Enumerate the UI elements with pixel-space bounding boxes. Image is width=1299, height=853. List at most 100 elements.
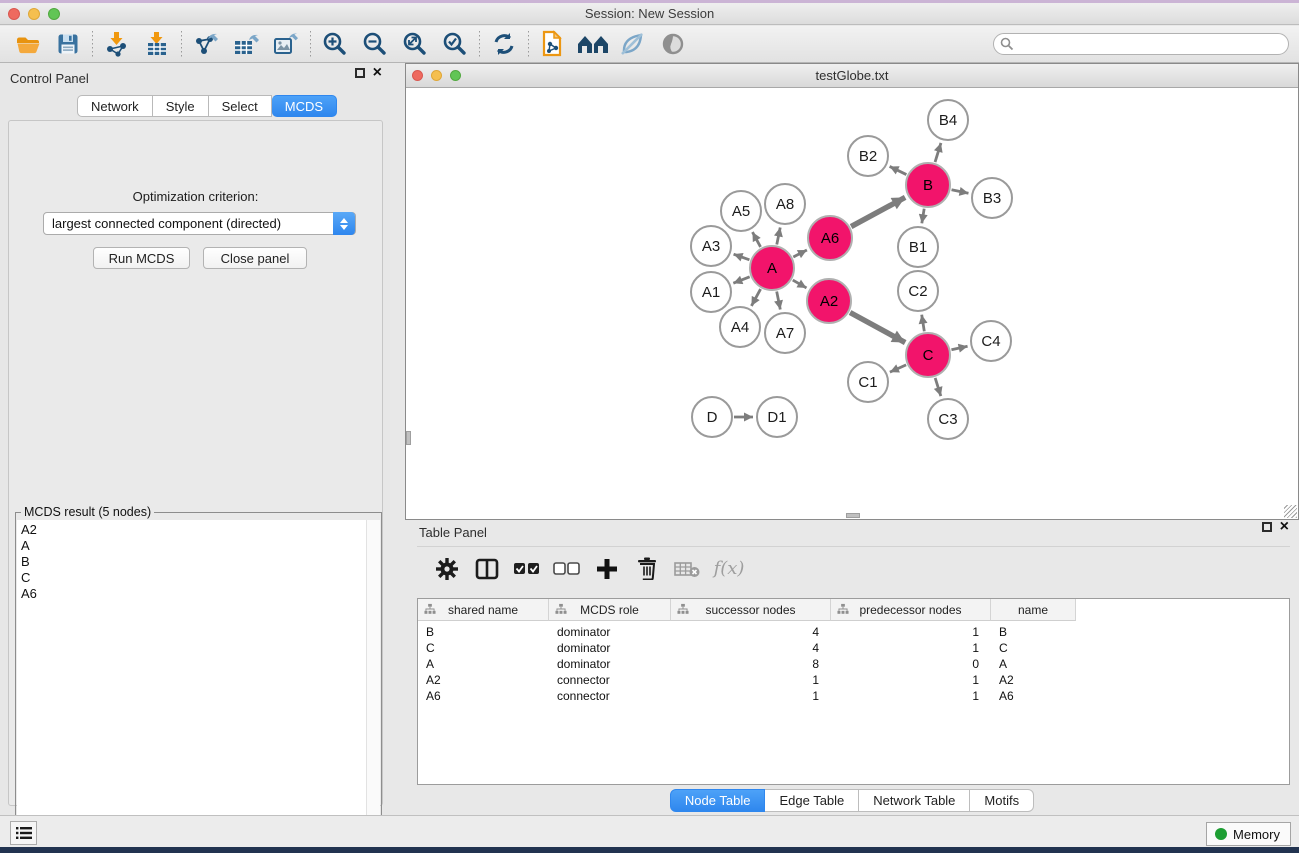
graph-node-a4[interactable]: A4 bbox=[719, 306, 761, 348]
zoom-out-icon[interactable] bbox=[355, 27, 395, 61]
column-header-successor-nodes[interactable]: successor nodes bbox=[671, 599, 831, 621]
graph-node-b3[interactable]: B3 bbox=[971, 177, 1013, 219]
export-network-icon[interactable] bbox=[186, 27, 226, 61]
graph-node-d1[interactable]: D1 bbox=[756, 396, 798, 438]
graph-node-a2[interactable]: A2 bbox=[806, 278, 852, 324]
graph-edge-A6-B[interactable] bbox=[851, 197, 905, 226]
first-neighbors-icon[interactable] bbox=[573, 27, 613, 61]
mcds-result-item[interactable]: A2 bbox=[21, 522, 366, 538]
graph-node-c3[interactable]: C3 bbox=[927, 398, 969, 440]
network-zoom-button[interactable] bbox=[450, 70, 461, 81]
graph-edge-C-C1[interactable] bbox=[890, 365, 906, 372]
network-horizontal-scrollbar[interactable] bbox=[846, 513, 860, 518]
tab-mcds[interactable]: MCDS bbox=[272, 95, 337, 117]
table-row-a2[interactable]: A2connector11A2 bbox=[418, 672, 1289, 688]
create-column-plus-icon[interactable] bbox=[589, 552, 625, 586]
search-input[interactable] bbox=[993, 33, 1289, 55]
graph-node-c1[interactable]: C1 bbox=[847, 361, 889, 403]
network-minimize-button[interactable] bbox=[431, 70, 442, 81]
delete-table-icon[interactable] bbox=[669, 552, 705, 586]
tab-network-table[interactable]: Network Table bbox=[859, 789, 970, 812]
network-window-titlebar[interactable]: testGlobe.txt bbox=[406, 64, 1298, 88]
graph-edge-C-C4[interactable] bbox=[951, 346, 967, 350]
graph-edge-B-B1[interactable] bbox=[922, 209, 924, 224]
tab-edge-table[interactable]: Edge Table bbox=[765, 789, 859, 812]
network-canvas[interactable]: AA1A2A3A4A5A6A7A8BB1B2B3B4CC1C2C3C4DD1 bbox=[406, 88, 1298, 519]
mcds-result-list[interactable]: A2ABCA6 bbox=[17, 520, 366, 853]
graph-edge-A-A7[interactable] bbox=[777, 292, 781, 310]
close-window-button[interactable] bbox=[8, 8, 20, 20]
graph-node-a[interactable]: A bbox=[749, 245, 795, 291]
criterion-dropdown[interactable]: largest connected component (directed) bbox=[43, 212, 356, 235]
column-header-mcds-role[interactable]: MCDS role bbox=[549, 599, 671, 621]
column-header-predecessor-nodes[interactable]: predecessor nodes bbox=[831, 599, 991, 621]
tab-network[interactable]: Network bbox=[77, 95, 153, 117]
graph-node-a6[interactable]: A6 bbox=[807, 215, 853, 261]
mcds-result-item[interactable]: A6 bbox=[21, 586, 366, 602]
mcds-result-item[interactable]: B bbox=[21, 554, 366, 570]
mcds-result-item[interactable]: C bbox=[21, 570, 366, 586]
mcds-list-scrollbar[interactable] bbox=[366, 520, 380, 853]
function-builder-icon[interactable]: f(x) bbox=[709, 552, 745, 586]
tab-motifs[interactable]: Motifs bbox=[970, 789, 1034, 812]
graph-node-c4[interactable]: C4 bbox=[970, 320, 1012, 362]
column-header-shared-name[interactable]: shared name bbox=[418, 599, 549, 621]
graph-edge-A-A5[interactable] bbox=[752, 232, 760, 247]
new-network-icon[interactable] bbox=[533, 27, 573, 61]
graph-node-a3[interactable]: A3 bbox=[690, 225, 732, 267]
graph-node-b2[interactable]: B2 bbox=[847, 135, 889, 177]
task-history-button[interactable] bbox=[10, 821, 37, 845]
tab-select[interactable]: Select bbox=[209, 95, 272, 117]
window-resize-grip[interactable] bbox=[1284, 505, 1297, 518]
network-close-button[interactable] bbox=[412, 70, 423, 81]
table-row-a[interactable]: Adominator80A bbox=[418, 656, 1289, 672]
birds-eye-view-icon[interactable] bbox=[653, 27, 693, 61]
graph-edge-A-A6[interactable] bbox=[793, 250, 807, 257]
close-panel-button[interactable]: Close panel bbox=[203, 247, 307, 269]
graph-edge-A-A3[interactable] bbox=[734, 254, 750, 260]
close-table-panel-icon[interactable]: × bbox=[1280, 522, 1289, 532]
mcds-result-item[interactable]: A bbox=[21, 538, 366, 554]
graph-node-a5[interactable]: A5 bbox=[720, 190, 762, 232]
table-row-c[interactable]: Cdominator41C bbox=[418, 640, 1289, 656]
graph-node-a7[interactable]: A7 bbox=[764, 312, 806, 354]
graph-edge-B-B2[interactable] bbox=[890, 166, 907, 174]
zoom-window-button[interactable] bbox=[48, 8, 60, 20]
graph-edge-C-C2[interactable] bbox=[922, 315, 925, 332]
minimize-window-button[interactable] bbox=[28, 8, 40, 20]
float-panel-icon[interactable] bbox=[355, 68, 365, 78]
graph-node-c2[interactable]: C2 bbox=[897, 270, 939, 312]
apply-layout-icon[interactable] bbox=[484, 27, 524, 61]
zoom-fit-icon[interactable] bbox=[395, 27, 435, 61]
tab-node-table[interactable]: Node Table bbox=[670, 789, 766, 812]
graph-node-a8[interactable]: A8 bbox=[764, 183, 806, 225]
table-row-b[interactable]: Bdominator41B bbox=[418, 624, 1289, 640]
import-table-icon[interactable] bbox=[137, 27, 177, 61]
graph-node-b4[interactable]: B4 bbox=[927, 99, 969, 141]
graph-node-b1[interactable]: B1 bbox=[897, 226, 939, 268]
graph-node-c[interactable]: C bbox=[905, 332, 951, 378]
graph-edge-A-A2[interactable] bbox=[793, 280, 807, 288]
graph-edge-A2-C[interactable] bbox=[850, 312, 905, 342]
zoom-selected-icon[interactable] bbox=[435, 27, 475, 61]
tab-style[interactable]: Style bbox=[153, 95, 209, 117]
memory-button[interactable]: Memory bbox=[1206, 822, 1291, 846]
float-table-panel-icon[interactable] bbox=[1262, 522, 1272, 532]
show-columns-icon[interactable] bbox=[469, 552, 505, 586]
export-image-icon[interactable] bbox=[266, 27, 306, 61]
graph-node-a1[interactable]: A1 bbox=[690, 271, 732, 313]
export-table-icon[interactable] bbox=[226, 27, 266, 61]
graph-edge-B-B4[interactable] bbox=[935, 143, 941, 162]
graphics-details-icon[interactable] bbox=[613, 27, 653, 61]
graph-edge-A-A4[interactable] bbox=[751, 289, 760, 306]
save-session-icon[interactable] bbox=[48, 27, 88, 61]
run-mcds-button[interactable]: Run MCDS bbox=[93, 247, 190, 269]
column-header-name[interactable]: name bbox=[991, 599, 1076, 621]
close-panel-icon[interactable]: × bbox=[373, 68, 382, 78]
network-vertical-scrollbar[interactable] bbox=[406, 431, 411, 445]
import-network-icon[interactable] bbox=[97, 27, 137, 61]
delete-column-trash-icon[interactable] bbox=[629, 552, 665, 586]
node-table[interactable]: shared nameMCDS rolesuccessor nodesprede… bbox=[417, 598, 1290, 785]
graph-edge-A-A1[interactable] bbox=[733, 277, 749, 283]
select-all-icon[interactable] bbox=[509, 552, 545, 586]
